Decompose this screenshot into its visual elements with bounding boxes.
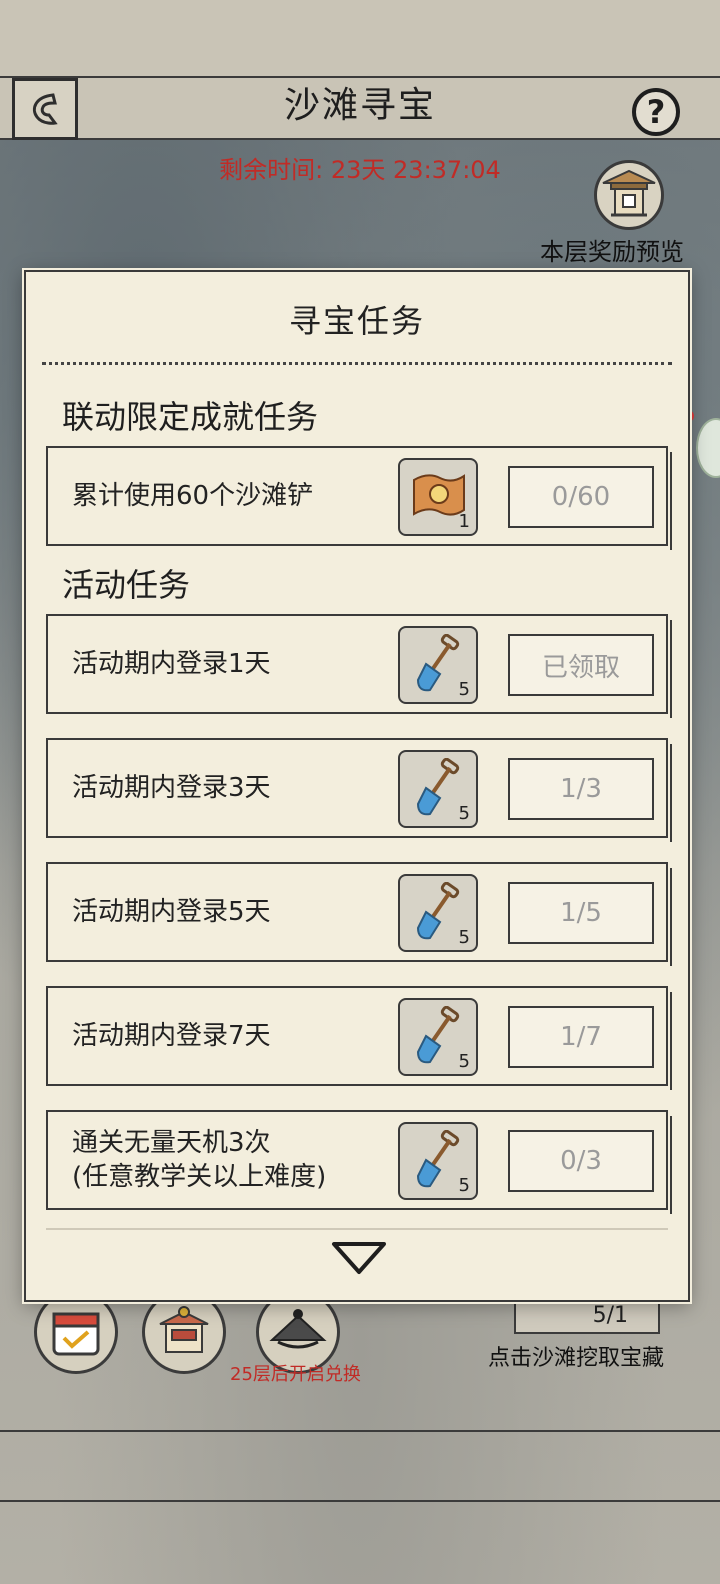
task-text: 活动期内登录5天 [72,897,271,927]
list-bottom-divider [46,1228,668,1230]
help-button[interactable]: ? [632,88,680,136]
treasure-task-modal: 寻宝任务 联动限定成就任务 累计使用60个沙滩铲 1 0/60 活动任务 活动期… [24,270,690,1302]
reward-slot[interactable]: 5 [398,998,478,1076]
task-text: 活动期内登录1天 [72,649,271,679]
top-bar: 沙滩寻宝 ? [0,0,720,140]
reward-quantity: 5 [458,1175,470,1196]
calendar-button[interactable] [34,1290,118,1374]
reward-quantity: 5 [458,927,470,948]
reward-slot[interactable]: 1 [398,458,478,536]
task-text: 累计使用60个沙滩铲 [72,481,314,511]
shop-stall-icon [159,1306,209,1353]
reward-quantity: 1 [458,511,470,532]
task-row: 活动期内登录5天 5 1/5 [46,862,672,966]
task-row: 通关无量天机3次 (任意教学关以上难度) 5 0/3 [46,1110,672,1214]
task-text: 活动期内登录7天 [72,1021,271,1051]
modal-title: 寻宝任务 [288,302,425,340]
progress-box: 1/5 [508,882,654,944]
reward-preview-button[interactable] [594,160,664,230]
shop-button[interactable] [142,1290,226,1374]
reward-preview-label[interactable]: 本层奖励预览 [540,232,684,267]
reward-quantity: 5 [458,1051,470,1072]
task-text: 活动期内登录3天 [72,773,271,803]
task-text: 通关无量天机3次 (任意教学关以上难度) [72,1112,392,1208]
task-row: 活动期内登录3天 5 1/3 [46,738,672,842]
task-text-line1: 通关无量天机3次 [72,1128,271,1158]
reward-quantity: 5 [458,679,470,700]
reward-slot[interactable]: 5 [398,626,478,704]
reward-slot[interactable]: 5 [398,1122,478,1200]
dig-hint: 点击沙滩挖取宝藏 [488,1346,665,1371]
progress-box: 1/7 [508,1006,654,1068]
reward-slot[interactable]: 5 [398,874,478,952]
progress-box: 0/60 [508,466,654,528]
reward-quantity: 5 [458,803,470,824]
task-text-line2: (任意教学关以上难度) [72,1162,327,1192]
task-row: 累计使用60个沙滩铲 1 0/60 [46,446,672,550]
progress-box: 1/3 [508,758,654,820]
exchange-note: 25层后开启兑换 [230,1364,361,1385]
pavilion-icon [602,169,656,217]
divider [0,1500,720,1502]
task-row: 活动期内登录7天 5 1/7 [46,986,672,1090]
scroll-down-arrow-icon[interactable] [330,1238,388,1278]
reward-slot[interactable]: 5 [398,750,478,828]
section-title-achievement: 联动限定成就任务 [62,398,319,436]
task-row: 活动期内登录1天 5 已领取 [46,614,672,718]
straw-hat-icon [269,1309,327,1349]
progress-box: 0/3 [508,1130,654,1192]
claimed-status: 已领取 [508,634,654,696]
calendar-icon [52,1312,100,1356]
section-title-activity: 活动任务 [62,566,191,604]
page-title: 沙滩寻宝 [283,85,436,126]
dotted-divider [42,362,672,365]
divider [0,1430,720,1432]
